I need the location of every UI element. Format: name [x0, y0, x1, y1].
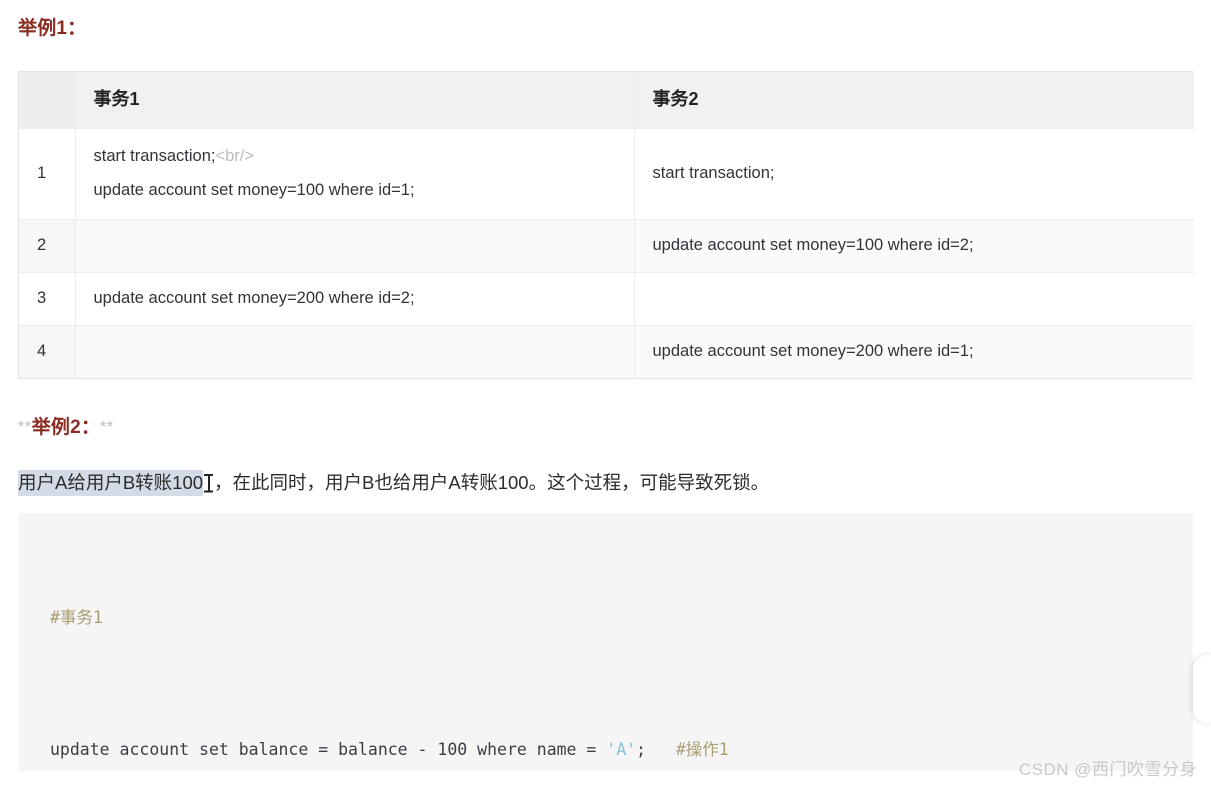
- statement-line: start transaction;<br/>: [94, 144, 616, 170]
- transaction-2-cell: update account set money=200 where id=1;: [634, 325, 1194, 378]
- description-paragraph[interactable]: 用户A给用户B转账100 ，在此同时，用户B也给用户A转账100。这个过程，可能导…: [18, 470, 769, 496]
- transaction-1-cell: [75, 219, 635, 273]
- table-row: 1 start transaction;<br/> update account…: [19, 128, 1194, 220]
- page-title-example-2: **举例2：**: [18, 412, 114, 439]
- statement-line: update account set money=100 where id=1;: [93, 181, 415, 199]
- markdown-asterisks-open: **: [18, 418, 32, 435]
- floating-action-button-partial[interactable]: [1193, 655, 1211, 723]
- table-body: 1 start transaction;<br/> update account…: [19, 128, 1194, 378]
- selected-text-range[interactable]: 用户A给用户B转账100: [18, 470, 204, 496]
- transactions-table-wrapper: 事务1 事务2 1 start transaction;<br/> update…: [18, 71, 1194, 379]
- column-header-transaction-2: 事务2: [634, 72, 1194, 129]
- row-index-cell: 2: [19, 219, 76, 273]
- transaction-1-cell: [75, 325, 635, 378]
- table-head: 事务1 事务2: [19, 72, 1194, 129]
- table-row: 3 update account set money=200 where id=…: [19, 272, 1194, 326]
- code-statement: update account set balance = balance - 1…: [50, 740, 607, 759]
- code-inline-comment: #操作1: [675, 740, 729, 759]
- page-title-example-2-label: 举例2：: [31, 417, 101, 438]
- paragraph-remainder: ，在此同时，用户B也给用户A转账100。这个过程，可能导致死锁。: [214, 472, 770, 493]
- code-spacer: [646, 740, 676, 759]
- transaction-1-cell: update account set money=200 where id=2;: [75, 272, 635, 326]
- table-row: 4 update account set money=200 where id=…: [19, 325, 1194, 378]
- transaction-1-cell: start transaction;<br/> update account s…: [75, 128, 635, 220]
- row-index-cell: 1: [19, 128, 76, 220]
- row-index-cell: 4: [19, 325, 76, 378]
- statement-text: start transaction;: [93, 147, 216, 166]
- transaction-2-cell: update account set money=100 where id=2;: [634, 219, 1194, 273]
- transaction-2-cell: start transaction;: [634, 128, 1194, 220]
- transactions-table: 事务1 事务2 1 start transaction;<br/> update…: [19, 72, 1194, 378]
- markdown-asterisks-close: **: [100, 418, 114, 435]
- column-header-index: [19, 72, 76, 129]
- table-row: 2 update account set money=100 where id=…: [19, 219, 1194, 273]
- row-index-cell: 3: [19, 272, 76, 326]
- sql-code-block[interactable]: #事务1 update account set balance = balanc…: [18, 513, 1193, 771]
- text-cursor-icon: [204, 474, 214, 492]
- transaction-2-cell: [634, 272, 1194, 326]
- csdn-watermark: CSDN @西门吹雪分身: [1018, 760, 1197, 779]
- literal-br-tag: <br/>: [215, 147, 255, 166]
- column-header-transaction-1: 事务1: [75, 72, 635, 129]
- code-comment-transaction-1: #事务1: [50, 608, 103, 627]
- code-semicolon: ;: [636, 740, 647, 759]
- code-string-literal: 'A': [606, 740, 637, 759]
- table-header-row: 事务1 事务2: [19, 72, 1194, 129]
- page-title-example-1: 举例1：: [18, 18, 87, 39]
